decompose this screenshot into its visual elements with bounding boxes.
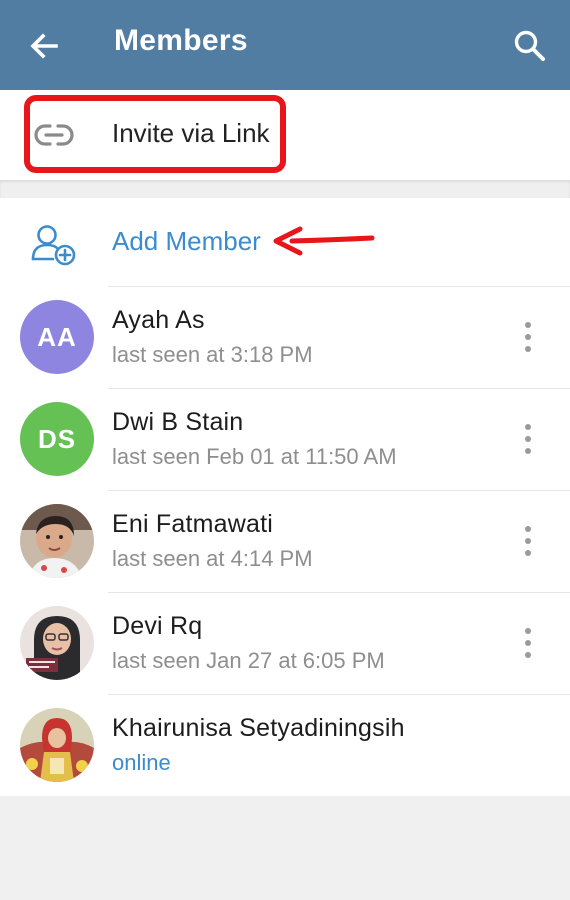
list-item[interactable]: Devi Rq last seen Jan 27 at 6:05 PM bbox=[0, 592, 570, 694]
link-icon bbox=[34, 120, 74, 150]
invite-via-link-button[interactable]: Invite via Link bbox=[0, 90, 570, 180]
member-status: online bbox=[112, 750, 171, 775]
avatar: AA bbox=[20, 300, 94, 374]
member-status: last seen at 3:18 PM bbox=[112, 342, 313, 367]
member-status: last seen Feb 01 at 11:50 AM bbox=[112, 444, 397, 469]
row-divider bbox=[108, 592, 570, 593]
section-divider bbox=[0, 180, 570, 198]
member-status: last seen at 4:14 PM bbox=[112, 546, 313, 571]
list-item[interactable]: DS Dwi B Stain last seen Feb 01 at 11:50… bbox=[0, 388, 570, 490]
members-list: Add Member AA Ayah As last seen at 3:18 … bbox=[0, 198, 570, 796]
add-member-button[interactable]: Add Member bbox=[0, 198, 570, 286]
add-member-label: Add Member bbox=[112, 226, 261, 256]
row-divider bbox=[108, 694, 570, 695]
app-bar: Members bbox=[0, 0, 570, 90]
member-name: Khairunisa Setyadiningsih bbox=[112, 714, 405, 742]
more-vert-icon[interactable] bbox=[516, 422, 540, 456]
list-item[interactable]: AA Ayah As last seen at 3:18 PM bbox=[0, 286, 570, 388]
more-vert-icon[interactable] bbox=[516, 524, 540, 558]
page-title: Members bbox=[114, 24, 248, 57]
member-status: last seen Jan 27 at 6:05 PM bbox=[112, 648, 385, 673]
row-divider bbox=[108, 286, 570, 287]
invite-section: Invite via Link bbox=[0, 90, 570, 180]
add-user-icon bbox=[30, 222, 80, 266]
member-name: Eni Fatmawati bbox=[112, 510, 273, 538]
avatar: DS bbox=[20, 402, 94, 476]
member-name: Devi Rq bbox=[112, 612, 203, 640]
row-divider bbox=[108, 388, 570, 389]
avatar-photo bbox=[20, 708, 94, 782]
invite-label: Invite via Link bbox=[112, 118, 270, 148]
row-divider bbox=[108, 490, 570, 491]
avatar-photo bbox=[20, 504, 94, 578]
more-vert-icon[interactable] bbox=[516, 320, 540, 354]
more-vert-icon[interactable] bbox=[516, 626, 540, 660]
member-name: Dwi B Stain bbox=[112, 408, 244, 436]
member-name: Ayah As bbox=[112, 306, 205, 334]
list-item[interactable]: Khairunisa Setyadiningsih online bbox=[0, 694, 570, 796]
avatar-photo bbox=[20, 606, 94, 680]
search-icon[interactable] bbox=[512, 28, 548, 64]
list-item[interactable]: Eni Fatmawati last seen at 4:14 PM bbox=[0, 490, 570, 592]
arrow-left-icon[interactable] bbox=[26, 28, 62, 64]
